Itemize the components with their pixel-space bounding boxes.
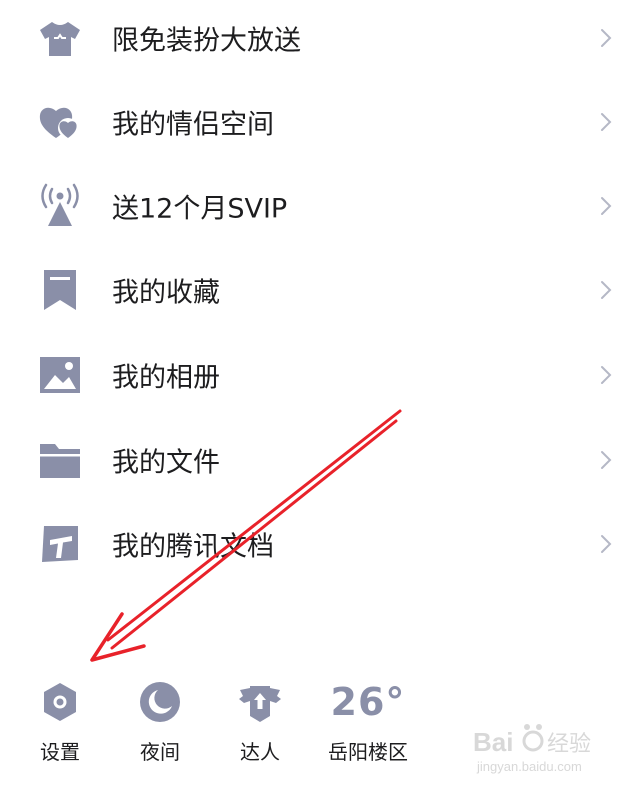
- menu-item-favorites[interactable]: 我的收藏: [0, 248, 635, 332]
- menu-item-label: 我的腾讯文档: [112, 531, 274, 563]
- chevron-right-icon: [599, 449, 613, 471]
- baidu-jingyan-watermark: Bai 经验 jingyan.baidu.com: [471, 721, 621, 777]
- location-label: 岳阳楼区: [328, 740, 408, 764]
- watermark-suffix: 经验: [547, 732, 591, 757]
- chevron-right-icon: [599, 111, 613, 133]
- menu-item-album[interactable]: 我的相册: [0, 333, 635, 417]
- weather-widget[interactable]: 26° 岳阳楼区: [314, 672, 422, 772]
- tencent-docs-icon: [36, 520, 84, 568]
- chevron-right-icon: [599, 195, 613, 217]
- menu-item-files[interactable]: 我的文件: [0, 418, 635, 502]
- menu-item-label: 我的文件: [112, 447, 220, 479]
- menu-item-label: 我的情侣空间: [112, 109, 274, 141]
- watermark-url: jingyan.baidu.com: [476, 759, 582, 774]
- settings-button[interactable]: 设置: [19, 672, 101, 772]
- winged-badge-icon: [236, 678, 284, 726]
- expert-label: 达人: [240, 740, 280, 764]
- menu-item-free-decorations[interactable]: 限免装扮大放送: [0, 0, 635, 80]
- hearts-icon: [36, 98, 84, 146]
- chevron-right-icon: [599, 533, 613, 555]
- chevron-right-icon: [599, 279, 613, 301]
- menu-item-label: 送12个月SVIP: [112, 193, 288, 225]
- bookmark-icon: [36, 266, 84, 314]
- folder-icon: [36, 436, 84, 484]
- settings-hexagon-icon: [36, 678, 84, 726]
- expert-button[interactable]: 达人: [219, 672, 301, 772]
- settings-label: 设置: [40, 740, 80, 764]
- drawer-menu-screen: 限免装扮大放送 我的情侣空间 送12个月SVIP 我的收藏 我的相册 我的文件 …: [0, 0, 635, 785]
- night-mode-button[interactable]: 夜间: [119, 672, 201, 772]
- signal-tower-icon: [36, 182, 84, 230]
- watermark-brand: Bai: [473, 727, 513, 757]
- menu-item-svip-gift[interactable]: 送12个月SVIP: [0, 164, 635, 248]
- menu-item-couple-space[interactable]: 我的情侣空间: [0, 80, 635, 164]
- menu-item-tencent-docs[interactable]: 我的腾讯文档: [0, 502, 635, 586]
- photo-icon: [36, 351, 84, 399]
- menu-item-label: 我的相册: [112, 362, 220, 394]
- night-label: 夜间: [140, 740, 180, 764]
- chevron-right-icon: [599, 364, 613, 386]
- menu-item-label: 限免装扮大放送: [112, 25, 301, 57]
- paw-icon: [522, 724, 544, 752]
- moon-icon: [136, 678, 184, 726]
- menu-item-label: 我的收藏: [112, 277, 220, 309]
- tshirt-icon: [36, 14, 84, 62]
- chevron-right-icon: [599, 27, 613, 49]
- temperature-value: 26°: [330, 680, 406, 724]
